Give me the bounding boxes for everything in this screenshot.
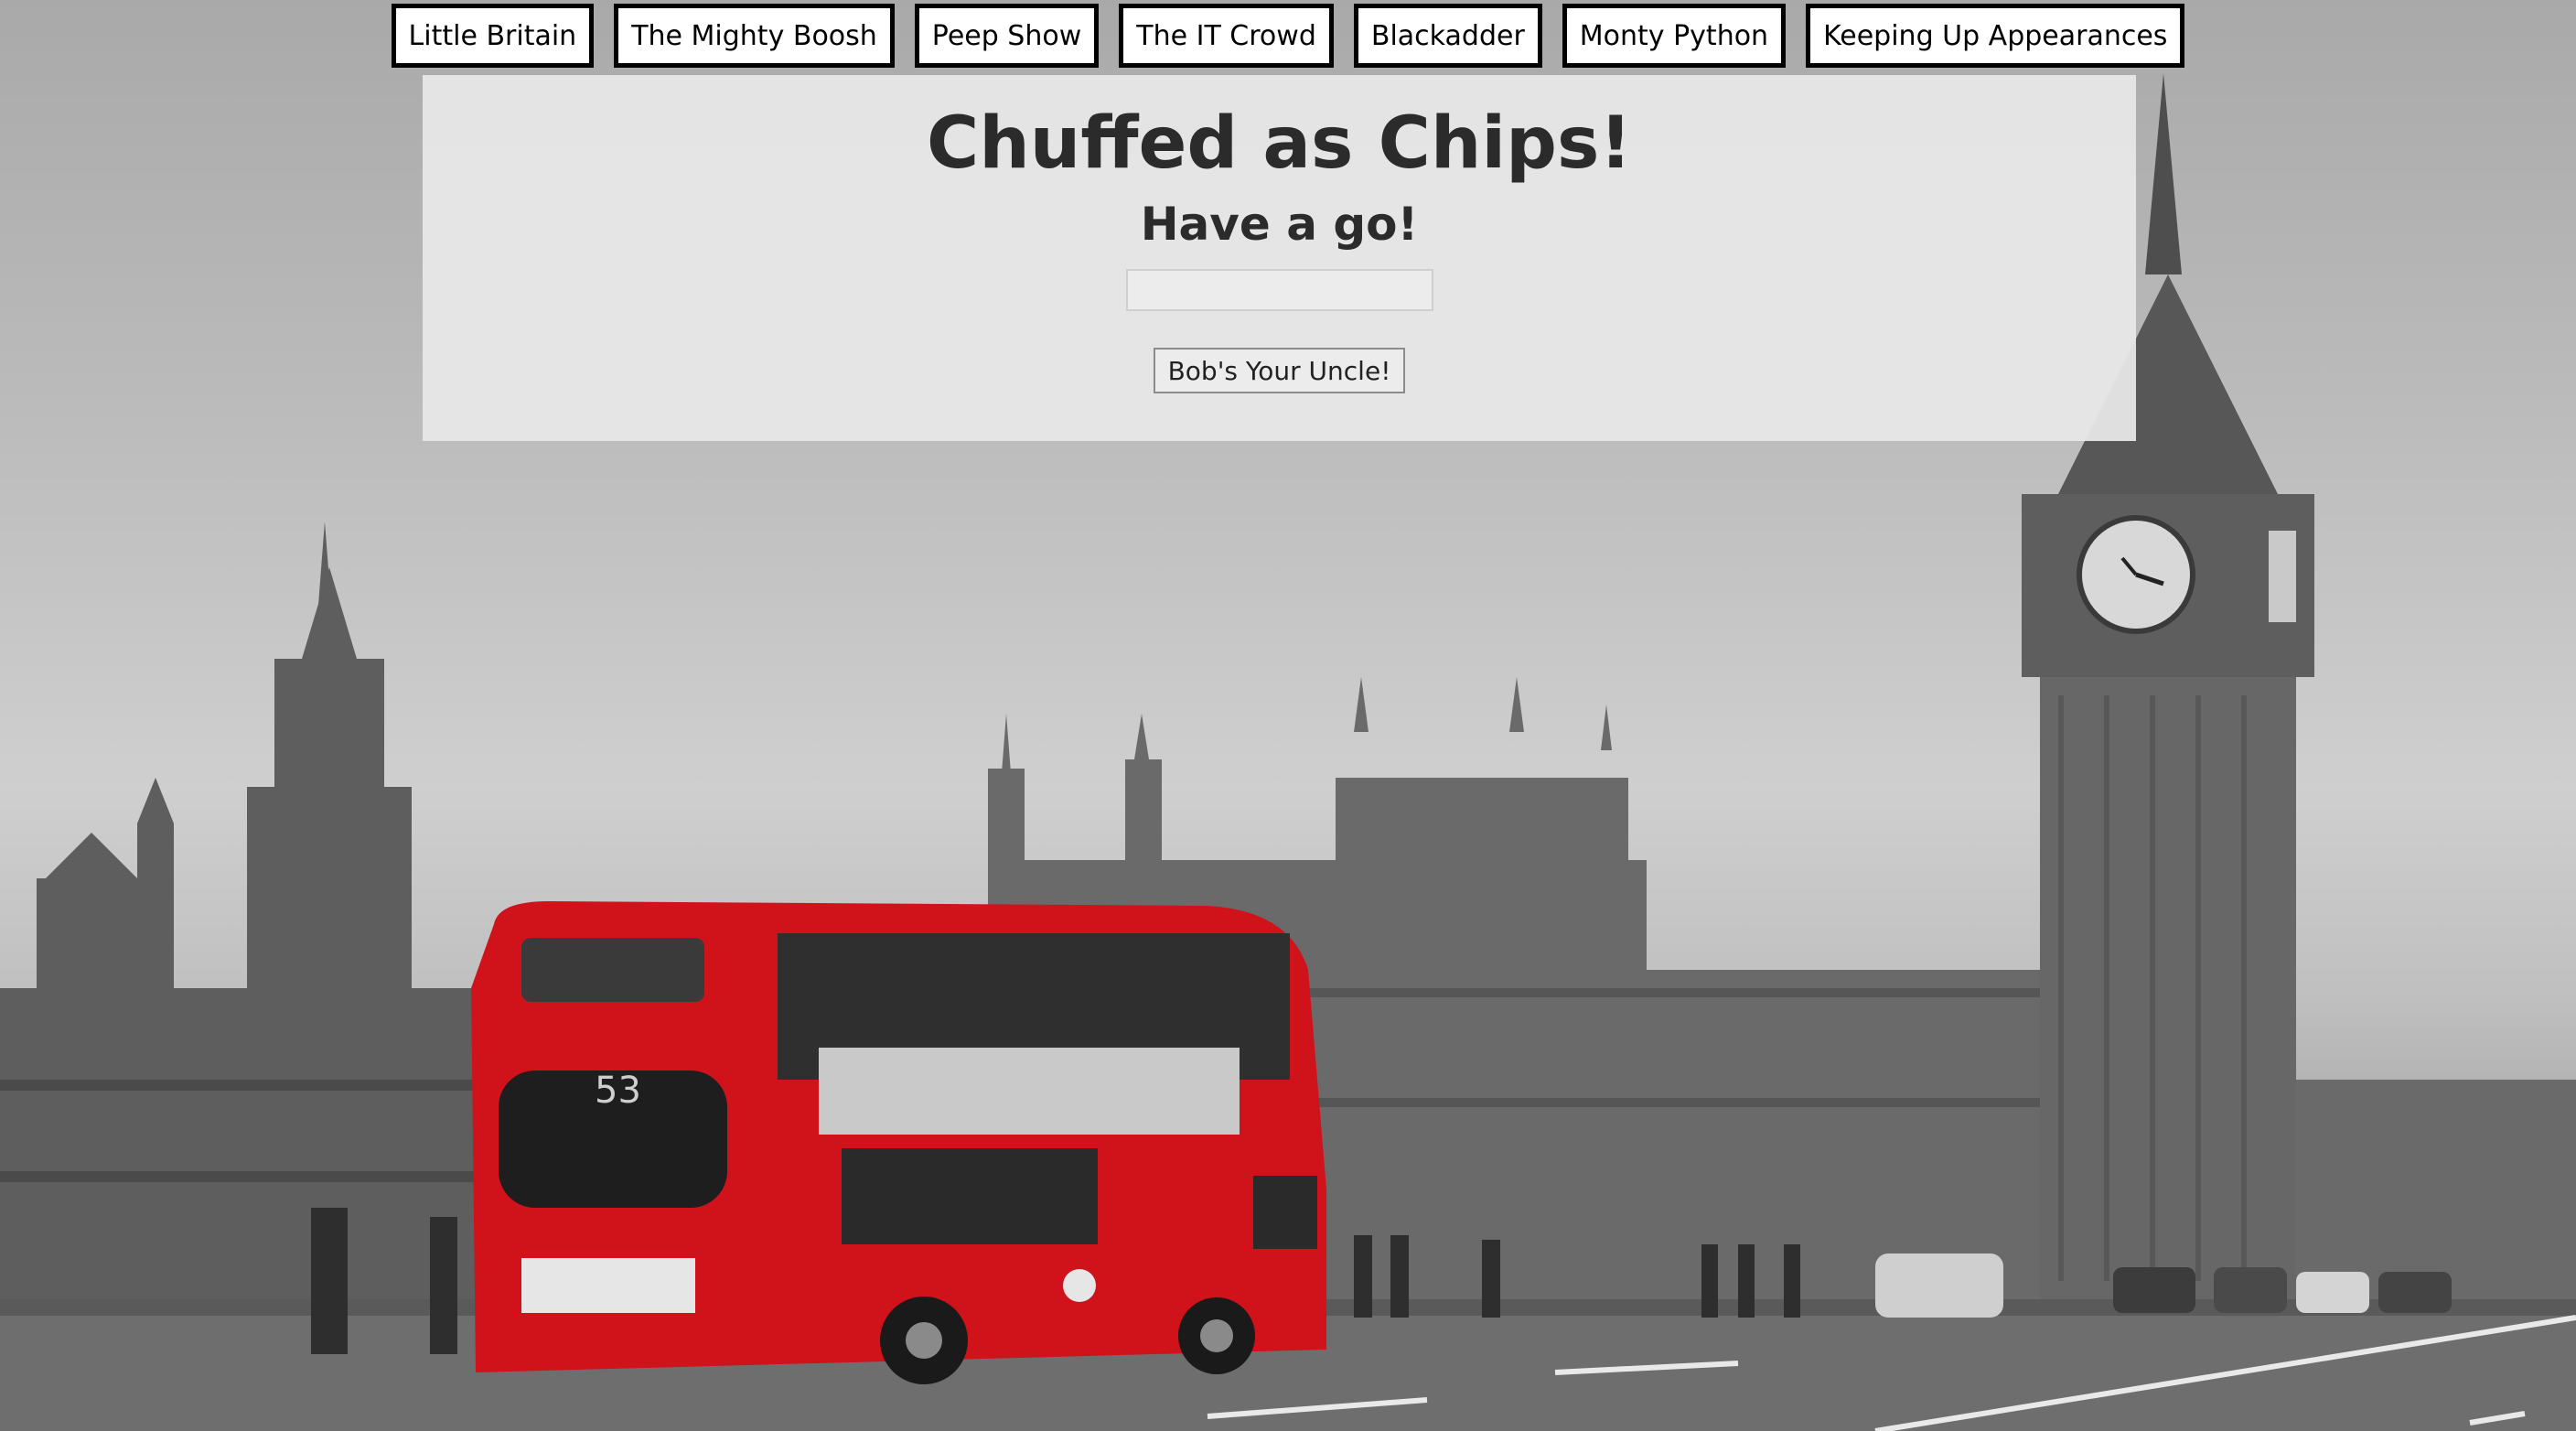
page-title: Chuffed as Chips! xyxy=(927,102,1632,185)
submit-button[interactable]: Bob's Your Uncle! xyxy=(1153,348,1406,393)
nav-item-peep-show[interactable]: Peep Show xyxy=(914,4,1100,68)
bus-advert xyxy=(819,1048,1240,1135)
nav-item-little-britain[interactable]: Little Britain xyxy=(391,4,595,68)
subtitle: Have a go! xyxy=(1140,198,1419,251)
guess-input[interactable] xyxy=(1125,269,1433,311)
nav-item-keeping-up-appearances[interactable]: Keeping Up Appearances xyxy=(1806,4,2185,68)
show-nav: Little Britain The Mighty Boosh Peep Sho… xyxy=(0,4,2576,68)
game-panel: Chuffed as Chips! Have a go! Bob's Your … xyxy=(423,75,2136,441)
red-double-decker-bus: 53 xyxy=(471,901,1326,1384)
nav-item-the-it-crowd[interactable]: The IT Crowd xyxy=(1119,4,1334,68)
palace-left xyxy=(0,522,512,1299)
nav-item-the-mighty-boosh[interactable]: The Mighty Boosh xyxy=(614,4,895,68)
nav-item-blackadder[interactable]: Blackadder xyxy=(1353,4,1542,68)
bus-route-number: 53 xyxy=(595,1070,641,1112)
nav-item-monty-python[interactable]: Monty Python xyxy=(1562,4,1787,68)
